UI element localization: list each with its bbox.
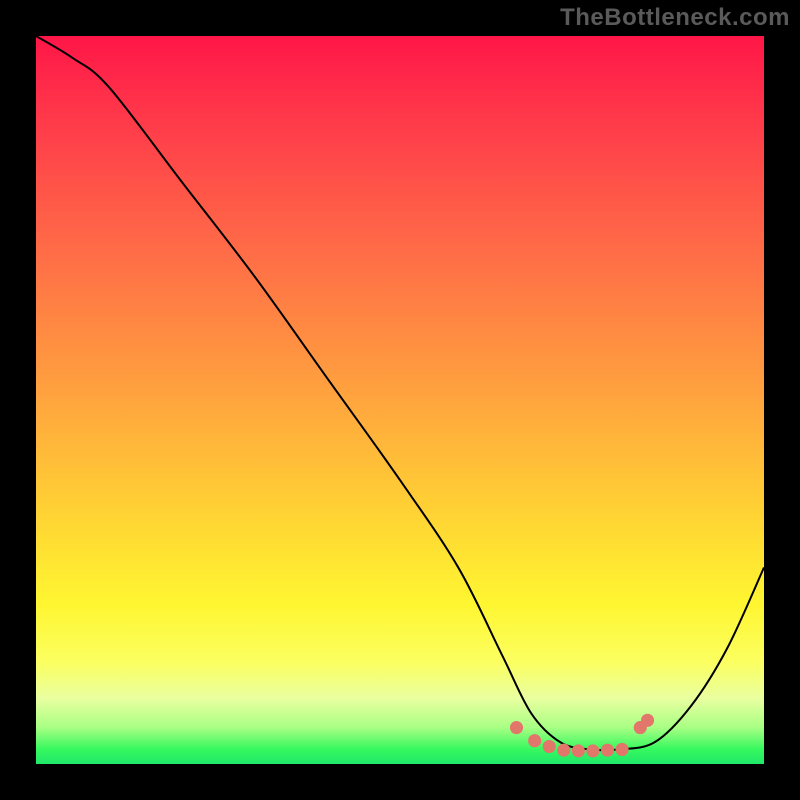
chart-frame: TheBottleneck.com [0,0,800,800]
data-marker [510,721,523,734]
data-marker [543,740,556,753]
chart-overlay-svg [36,36,764,764]
data-marker [557,744,570,757]
watermark-text: TheBottleneck.com [560,4,790,32]
marker-group [510,714,654,758]
data-marker [586,744,599,757]
data-marker [615,743,628,756]
data-marker [572,744,585,757]
bottleneck-curve [36,36,764,750]
data-marker [528,734,541,747]
data-marker [601,744,614,757]
plot-area [36,36,764,764]
data-marker [641,714,654,727]
